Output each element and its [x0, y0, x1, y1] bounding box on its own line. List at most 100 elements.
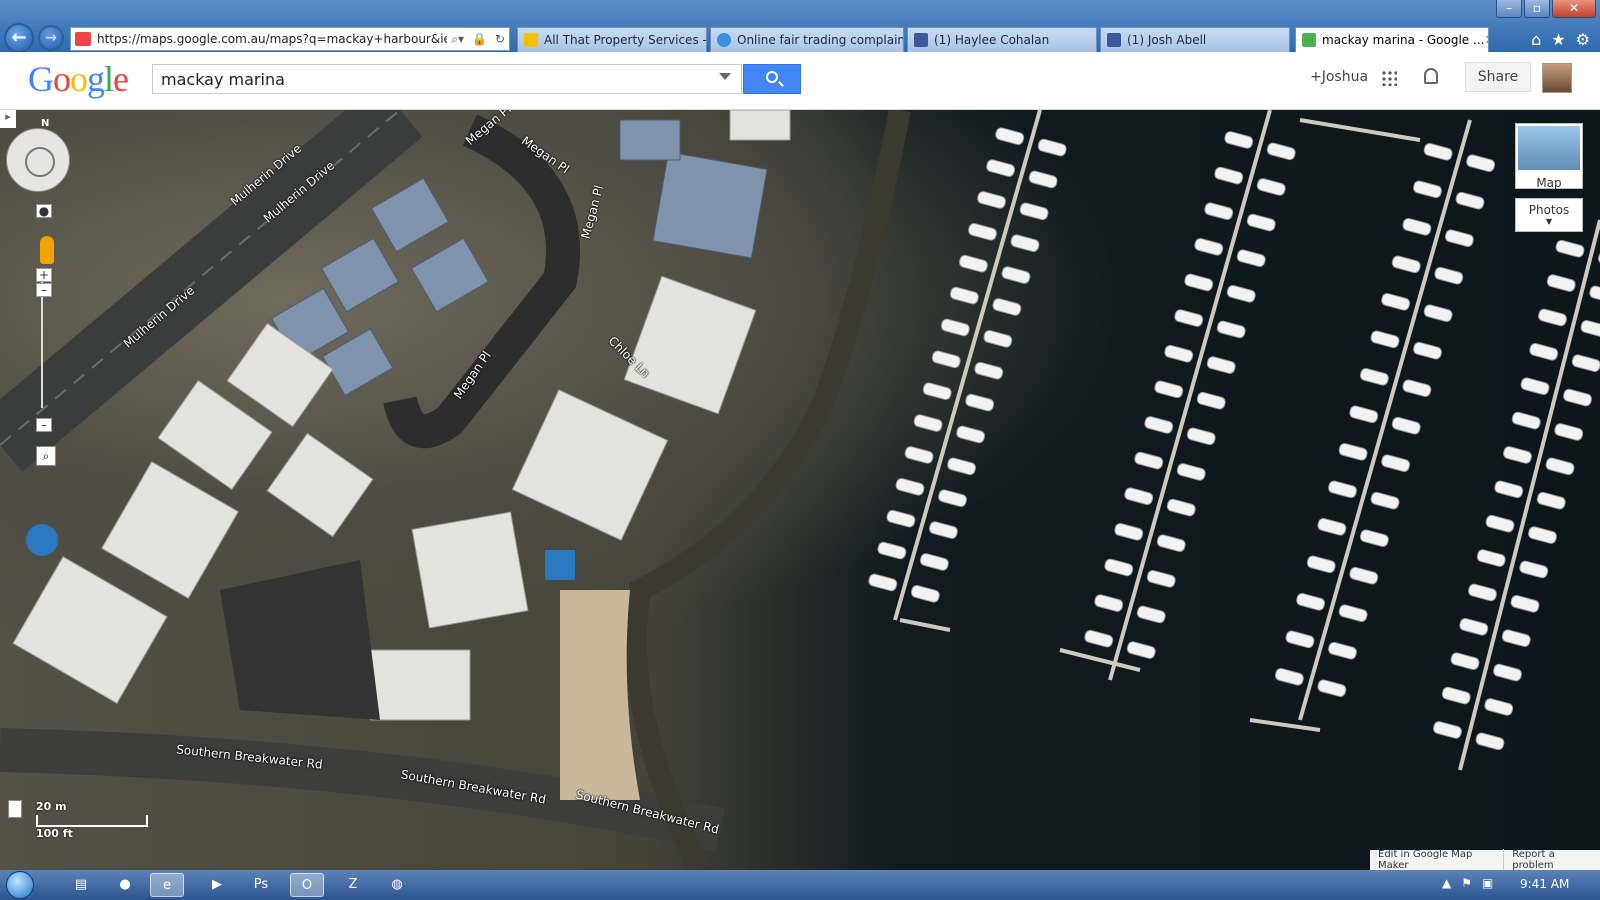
- map-scale: 20 m 100 ft: [36, 800, 148, 840]
- forward-button[interactable]: →: [38, 25, 64, 51]
- back-button[interactable]: ←: [4, 23, 34, 53]
- address-bar[interactable]: https://maps.google.com.au/maps?q=mackay…: [70, 27, 510, 51]
- scale-imperial: 100 ft: [36, 827, 73, 840]
- boat: [986, 159, 1016, 177]
- file-explorer-icon[interactable]: ▤: [64, 873, 98, 897]
- browser-chrome: – ▫ ✕ ← → https://maps.google.com.au/map…: [0, 0, 1600, 53]
- boat: [1370, 330, 1400, 349]
- map-footer: Edit in Google Map Maker Report a proble…: [1370, 849, 1600, 870]
- map-type-toggle[interactable]: Map: [1515, 123, 1583, 190]
- boat: [1274, 668, 1304, 686]
- scale-metric: 20 m: [36, 800, 67, 813]
- photos-button[interactable]: Photos ▼: [1515, 198, 1583, 232]
- boat: [1094, 594, 1124, 612]
- boat: [1184, 273, 1214, 292]
- boat: [1476, 549, 1506, 567]
- avatar[interactable]: [1542, 63, 1572, 93]
- action-center-flag-icon[interactable]: ⚑: [1461, 876, 1472, 890]
- zoom-handle[interactable]: –: [36, 283, 52, 297]
- map-type-label: Map: [1536, 176, 1562, 190]
- boat: [1349, 566, 1379, 585]
- boat: [983, 330, 1013, 348]
- edit-map-maker-link[interactable]: Edit in Google Map Maker: [1370, 849, 1503, 870]
- photoshop-icon[interactable]: Ps: [244, 873, 278, 897]
- boat: [1455, 191, 1485, 210]
- restore-button[interactable]: ▫: [1524, 0, 1550, 18]
- zoom-magnifier-icon[interactable]: ⌕: [36, 446, 56, 466]
- zoom-out-button[interactable]: –: [36, 418, 52, 432]
- clock[interactable]: 9:41 AM: [1520, 877, 1569, 891]
- boat: [965, 393, 995, 412]
- boat: [877, 541, 907, 560]
- firefox-icon[interactable]: ◍: [380, 873, 414, 897]
- tab-close-icon[interactable]: ✕: [1484, 33, 1488, 48]
- tab-fair-trading[interactable]: Online fair trading complaint ...: [710, 27, 904, 52]
- media-player-icon[interactable]: ▶: [200, 873, 234, 897]
- minimize-button[interactable]: –: [1496, 0, 1522, 18]
- settings-gear-icon[interactable]: ⚙: [1576, 30, 1590, 49]
- tray-expand-icon[interactable]: ▲: [1442, 876, 1451, 890]
- tab-label: Online fair trading complaint ...: [737, 33, 904, 47]
- boat: [1381, 293, 1411, 311]
- boat: [1402, 379, 1432, 397]
- tab-josh-abell[interactable]: (1) Josh Abell: [1100, 27, 1290, 52]
- network-icon[interactable]: ▣: [1482, 876, 1493, 890]
- photos-label: Photos: [1528, 203, 1570, 217]
- tab-mackay-marina[interactable]: mackay marina - Google ... ✕: [1295, 27, 1489, 52]
- tab-all-that-property[interactable]: All That Property Services - Cl...: [517, 27, 707, 52]
- tab-haylee-cohalan[interactable]: (1) Haylee Cohalan: [907, 27, 1097, 52]
- boat: [947, 457, 977, 476]
- outlook-icon[interactable]: O: [290, 873, 324, 897]
- boat: [922, 382, 952, 400]
- lock-icon[interactable]: 🔒: [472, 32, 487, 46]
- share-button[interactable]: Share: [1465, 62, 1531, 92]
- street-view-pegman-icon[interactable]: [40, 236, 54, 264]
- address-url[interactable]: https://maps.google.com.au/maps?q=mackay…: [97, 32, 447, 46]
- report-problem-link[interactable]: Report a problem: [1503, 849, 1600, 870]
- boat: [1156, 534, 1186, 552]
- boat: [1216, 320, 1246, 339]
- boat: [1328, 480, 1357, 499]
- boat: [1236, 249, 1266, 267]
- boat: [1536, 491, 1566, 510]
- search-dropdown-icon[interactable]: ⌕▾: [451, 32, 464, 47]
- satellite-map[interactable]: Mulherin Drive Mulherin Drive Mulherin D…: [0, 110, 1600, 870]
- tab-label: (1) Haylee Cohalan: [934, 33, 1050, 47]
- boat: [1413, 180, 1442, 199]
- boat: [1554, 423, 1584, 441]
- tab-label: All That Property Services - Cl...: [544, 33, 707, 47]
- layer-toggle-button[interactable]: [8, 800, 22, 818]
- close-window-button[interactable]: ✕: [1552, 0, 1596, 18]
- boat: [1349, 405, 1379, 424]
- boat: [1423, 304, 1453, 322]
- tab-label: mackay marina - Google ...: [1322, 33, 1485, 47]
- boat: [1001, 266, 1031, 284]
- zoom-in-button[interactable]: +: [36, 268, 52, 282]
- app-green-icon[interactable]: ●: [108, 873, 142, 897]
- search-input[interactable]: mackay marina: [152, 64, 742, 94]
- internet-explorer-icon[interactable]: e: [150, 873, 184, 897]
- boat: [958, 254, 988, 273]
- search-dropdown-icon[interactable]: [719, 73, 731, 80]
- favorites-star-icon[interactable]: ★: [1551, 30, 1565, 49]
- notifications-bell-icon[interactable]: [1424, 68, 1438, 84]
- boat: [1166, 498, 1196, 517]
- search-button[interactable]: [743, 64, 801, 94]
- boat: [1580, 320, 1600, 338]
- google-logo[interactable]: Google: [28, 58, 129, 100]
- start-button[interactable]: [6, 871, 34, 899]
- boat: [974, 361, 1004, 380]
- refresh-icon[interactable]: ↻: [495, 32, 505, 46]
- facebook-icon: [1107, 33, 1121, 47]
- boat: [1154, 380, 1184, 399]
- panel-toggle-button[interactable]: ▸: [0, 110, 16, 128]
- zoom-slider[interactable]: + – –: [36, 268, 52, 432]
- home-icon[interactable]: ⌂: [1531, 30, 1541, 49]
- user-name-link[interactable]: +Joshua: [1310, 69, 1368, 85]
- boat: [1519, 560, 1549, 579]
- rotate-reset-button[interactable]: ●: [36, 204, 52, 218]
- filezilla-icon[interactable]: Z: [336, 873, 370, 897]
- boat: [949, 286, 979, 305]
- pan-control[interactable]: [6, 128, 70, 192]
- apps-grid-icon[interactable]: [1381, 70, 1397, 86]
